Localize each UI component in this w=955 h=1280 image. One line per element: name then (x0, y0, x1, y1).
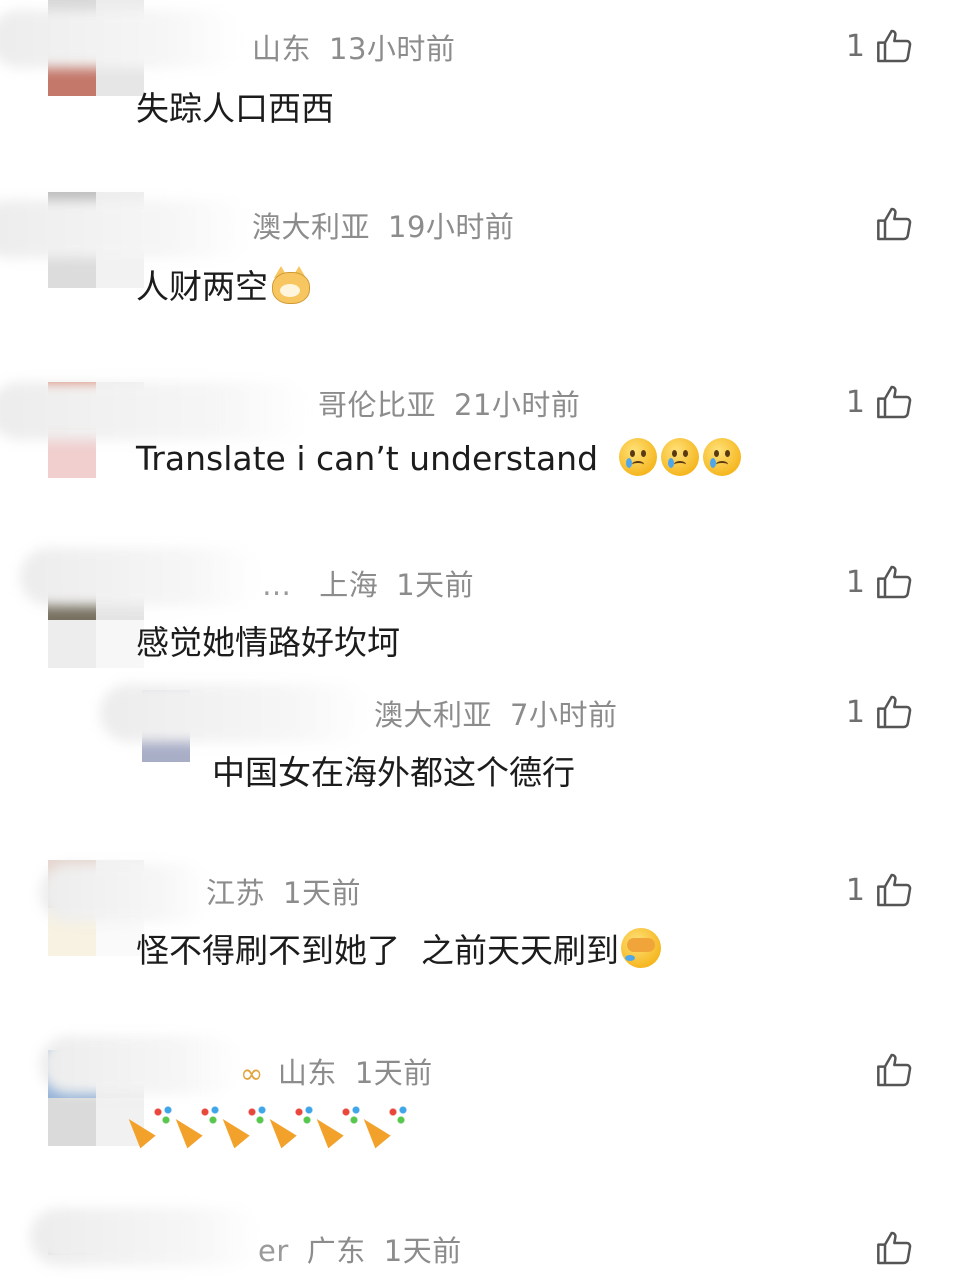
party-popper-emoji (356, 1104, 411, 1148)
time-label: 1天前 (383, 1234, 462, 1268)
face-covering-tears-emoji (620, 928, 661, 968)
time-label: 1天前 (283, 876, 361, 910)
like-button[interactable] (875, 202, 915, 246)
crying-face-emoji (618, 438, 657, 476)
comment-meta: 江苏 1天前 (206, 870, 361, 912)
name-fragment: er (258, 1234, 289, 1268)
like-button[interactable]: 1 (846, 868, 915, 912)
like-button[interactable] (875, 1226, 915, 1270)
time-label: 13小时前 (329, 32, 456, 66)
comment-text: 感觉她情路好坎坷 (136, 623, 400, 662)
comment-meta: … 上海 1天前 (262, 562, 474, 604)
crying-face-emoji (660, 438, 699, 476)
region-label: 哥伦比亚 (318, 388, 437, 422)
time-label: 7小时前 (510, 698, 618, 732)
comment-meta: 哥伦比亚 21小时前 (318, 382, 580, 424)
comment-text: 中国女在海外都这个德行 (212, 753, 575, 792)
thumbs-up-icon (877, 207, 912, 241)
username-blurred (0, 382, 310, 440)
comment-text: Translate i can’t understand (136, 438, 741, 478)
like-count: 1 (845, 694, 865, 730)
thumbs-up-icon (877, 873, 912, 907)
region-label: 江苏 (206, 876, 266, 910)
thumbs-up-icon (877, 1231, 912, 1265)
username-blurred (0, 200, 250, 258)
thumbs-up-icon (877, 385, 912, 419)
thumbs-up-icon (877, 1053, 912, 1087)
comment-meta: 澳大利亚 7小时前 (374, 692, 617, 734)
comment-meta: 澳大利亚 19小时前 (252, 204, 514, 246)
thumbs-up-icon (877, 29, 912, 63)
like-button[interactable] (875, 1048, 915, 1092)
comment-text: 失踪人口西西 (136, 89, 334, 128)
region-label: 山东 (252, 32, 312, 66)
comment-meta: 山东 13小时前 (252, 26, 455, 68)
time-label: 1天前 (354, 1056, 433, 1090)
comment-text: 人财两空 (136, 260, 310, 308)
comment-text (121, 1102, 418, 1148)
username-blurred (30, 1208, 260, 1266)
region-label: 广东 (306, 1234, 366, 1268)
comment-meta: ∞ 山东 1天前 (240, 1050, 433, 1092)
username-blurred (20, 548, 260, 606)
like-button[interactable]: 1 (846, 690, 915, 734)
time-label: 21小时前 (454, 388, 581, 422)
like-button[interactable]: 1 (846, 24, 915, 68)
like-button[interactable]: 1 (846, 380, 915, 424)
region-label: 澳大利亚 (252, 210, 371, 244)
region-label: 上海 (319, 568, 379, 602)
region-label: 澳大利亚 (374, 698, 493, 732)
thumbs-up-icon (877, 565, 912, 599)
time-label: 1天前 (396, 568, 475, 602)
region-label: 山东 (277, 1056, 337, 1090)
username-blurred (0, 10, 240, 68)
like-count: 1 (845, 872, 865, 908)
username-blurred (100, 684, 370, 742)
crying-face-emoji (702, 438, 741, 476)
name-fragment: … (262, 568, 302, 602)
like-button[interactable]: 1 (846, 560, 915, 604)
thumbs-up-icon (877, 695, 912, 729)
username-blurred (40, 1036, 240, 1094)
ribbon-icon: ∞ (240, 1057, 264, 1090)
comment-text: 怪不得刷不到她了 之前天天刷到 (136, 924, 661, 972)
like-count: 1 (845, 564, 865, 600)
time-label: 19小时前 (388, 210, 515, 244)
comment-meta: er 广东 1天前 (258, 1228, 462, 1270)
like-count: 1 (845, 28, 865, 64)
like-count: 1 (845, 384, 865, 420)
cat-face-emoji (270, 266, 310, 304)
username-blurred (40, 864, 210, 922)
